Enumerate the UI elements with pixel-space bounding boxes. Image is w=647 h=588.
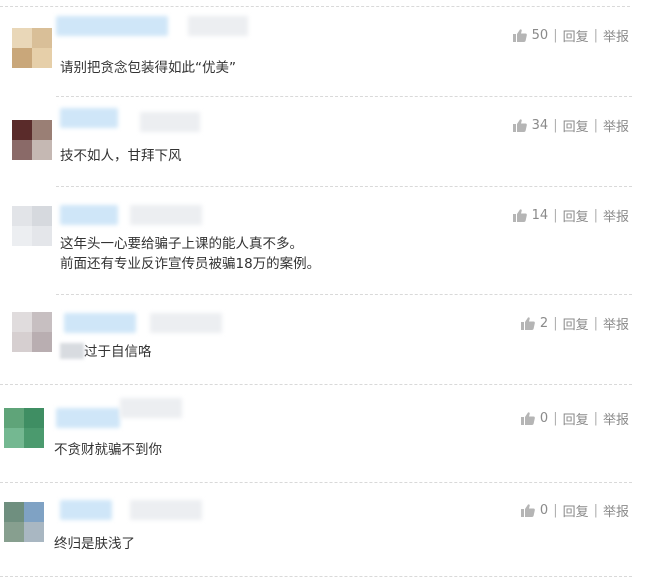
thumbs-up-icon[interactable]: [521, 504, 535, 517]
separator: |: [593, 503, 598, 518]
thumbs-up-icon[interactable]: [521, 412, 535, 425]
separator: |: [593, 118, 598, 133]
avatar[interactable]: [4, 502, 44, 542]
divider: [56, 294, 632, 295]
divider: [0, 384, 632, 385]
comment-text: 过于自信咯: [60, 342, 152, 362]
reply-button[interactable]: 回复: [563, 409, 589, 428]
reply-button[interactable]: 回复: [563, 501, 589, 520]
timestamp-redacted: [140, 112, 200, 132]
comment-actions: 14 | 回复 | 举报: [513, 206, 629, 225]
avatar[interactable]: [12, 206, 52, 246]
like-count[interactable]: 34: [532, 118, 549, 133]
username-redacted[interactable]: [60, 108, 118, 128]
comment-text: 不贪财就骗不到你: [54, 442, 162, 458]
comment-actions: 2 | 回复 | 举报: [521, 314, 629, 333]
reply-button[interactable]: 回复: [563, 26, 589, 45]
reply-button[interactable]: 回复: [563, 116, 589, 135]
like-count[interactable]: 0: [540, 503, 548, 518]
divider: [0, 482, 632, 483]
report-button[interactable]: 举报: [603, 26, 629, 45]
like-count[interactable]: 2: [540, 316, 548, 331]
timestamp-redacted: [188, 16, 248, 36]
username-redacted[interactable]: [60, 500, 112, 520]
timestamp-redacted: [130, 500, 202, 520]
timestamp-redacted: [150, 313, 222, 333]
report-button[interactable]: 举报: [603, 501, 629, 520]
avatar[interactable]: [12, 28, 52, 68]
timestamp-redacted: [130, 205, 202, 225]
like-count[interactable]: 50: [532, 28, 549, 43]
username-redacted[interactable]: [56, 16, 168, 36]
separator: |: [553, 503, 558, 518]
comment-text-content: 过于自信咯: [84, 344, 152, 360]
separator: |: [553, 118, 558, 133]
separator: |: [593, 28, 598, 43]
username-redacted[interactable]: [56, 408, 120, 428]
timestamp-redacted: [120, 398, 182, 418]
comment-text: 请别把贪念包装得如此“优美”: [60, 60, 236, 76]
divider: [56, 186, 632, 187]
divider: [56, 96, 632, 97]
separator: |: [593, 208, 598, 223]
username-redacted[interactable]: [60, 205, 118, 225]
comment-actions: 0 | 回复 | 举报: [521, 409, 629, 428]
like-count[interactable]: 14: [532, 208, 549, 223]
comment-text: 终归是肤浅了: [54, 536, 135, 552]
separator: |: [553, 28, 558, 43]
comment-actions: 0 | 回复 | 举报: [521, 501, 629, 520]
reply-button[interactable]: 回复: [563, 206, 589, 225]
like-count[interactable]: 0: [540, 411, 548, 426]
thumbs-up-icon[interactable]: [521, 317, 535, 330]
thumbs-up-icon[interactable]: [513, 119, 527, 132]
thumbs-up-icon[interactable]: [513, 29, 527, 42]
separator: |: [553, 411, 558, 426]
report-button[interactable]: 举报: [603, 116, 629, 135]
divider: [0, 6, 630, 7]
avatar[interactable]: [12, 312, 52, 352]
report-button[interactable]: 举报: [603, 409, 629, 428]
thumbs-up-icon[interactable]: [513, 209, 527, 222]
separator: |: [593, 411, 598, 426]
comment-actions: 50 | 回复 | 举报: [513, 26, 629, 45]
report-button[interactable]: 举报: [603, 206, 629, 225]
reply-button[interactable]: 回复: [563, 314, 589, 333]
redacted-mention: [60, 343, 84, 359]
separator: |: [553, 316, 558, 331]
separator: |: [553, 208, 558, 223]
divider: [0, 576, 632, 577]
avatar[interactable]: [12, 120, 52, 160]
separator: |: [593, 316, 598, 331]
comment-text-line-2: 前面还有专业反诈宣传员被骗18万的案例。: [60, 256, 321, 272]
report-button[interactable]: 举报: [603, 314, 629, 333]
username-redacted[interactable]: [64, 313, 136, 333]
avatar[interactable]: [4, 408, 44, 448]
comment-actions: 34 | 回复 | 举报: [513, 116, 629, 135]
comment-text-line-1: 这年头一心要给骗子上课的能人真不多。: [60, 236, 303, 252]
comment-text: 技不如人，甘拜下风: [60, 148, 182, 164]
